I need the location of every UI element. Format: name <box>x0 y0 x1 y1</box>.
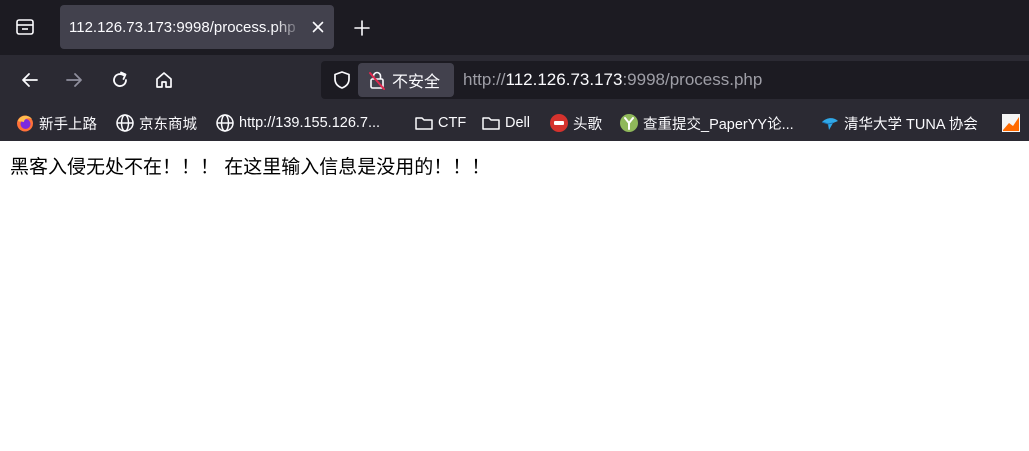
bookmark-folder-ctf[interactable]: CTF <box>414 112 466 134</box>
bookmark-label: 新手上路 <box>39 116 97 133</box>
tab-list-button[interactable] <box>8 10 42 44</box>
globe-icon <box>215 113 235 133</box>
paperyy-icon <box>619 113 639 133</box>
bookmark-touge[interactable]: 头歌 <box>549 112 602 134</box>
tab-list-icon <box>16 19 34 35</box>
bookmark-partial[interactable] <box>1001 112 1021 134</box>
bookmark-folder-dell[interactable]: Dell <box>481 112 530 134</box>
insecure-lock-icon <box>369 71 385 90</box>
bookmark-jd[interactable]: 京东商城 <box>115 112 197 134</box>
reload-button[interactable] <box>103 63 137 97</box>
bookmark-label: CTF <box>438 115 467 131</box>
touge-icon <box>549 113 569 133</box>
tab-strip: 112.126.73.173:9998/process.php <box>0 0 1029 55</box>
page-message: 黑客入侵无处不在！！！ 在这里输入信息是没用的！！！ <box>10 157 491 178</box>
url-path: :9998/process.php <box>622 70 763 89</box>
url-text[interactable]: http://112.126.73.173:9998/process.php <box>463 70 762 90</box>
chart-favicon-icon <box>1001 113 1021 133</box>
bookmark-label: 清华大学 TUNA 协会 <box>844 116 978 133</box>
bookmarks-toolbar: 新手上路 京东商城 http://139.155.126.7... CTF De… <box>0 105 1029 141</box>
new-tab-button[interactable] <box>346 12 378 44</box>
bookmark-label: http://139.155.126.7... <box>239 115 381 131</box>
insecure-label: 不安全 <box>392 74 441 91</box>
forward-arrow-icon <box>66 73 82 87</box>
bookmark-paperyy[interactable]: 查重提交_PaperYY论... <box>619 112 794 134</box>
tab-title: 112.126.73.173:9998/process.php <box>69 18 296 36</box>
back-button[interactable] <box>13 63 47 97</box>
home-button[interactable] <box>147 63 181 97</box>
reload-icon <box>113 71 127 87</box>
navigation-toolbar: 不安全 http://112.126.73.173:9998/process.p… <box>0 55 1029 105</box>
folder-icon <box>481 113 501 133</box>
address-bar[interactable]: 不安全 http://112.126.73.173:9998/process.p… <box>321 61 1029 99</box>
bookmark-label: 查重提交_PaperYY论... <box>643 116 794 133</box>
bookmark-getting-started[interactable]: 新手上路 <box>15 112 97 134</box>
tracking-protection-button[interactable] <box>329 67 355 93</box>
close-icon <box>312 21 324 33</box>
bookmark-label: Dell <box>505 115 530 131</box>
forward-button[interactable] <box>57 63 91 97</box>
bookmark-ip-link[interactable]: http://139.155.126.7... <box>215 112 380 134</box>
url-scheme: http:// <box>463 70 506 89</box>
home-icon <box>156 72 172 88</box>
folder-icon <box>414 113 434 133</box>
tab-close-button[interactable] <box>307 16 329 38</box>
firefox-icon <box>15 113 35 133</box>
site-security-indicator[interactable]: 不安全 <box>358 63 454 97</box>
active-tab[interactable]: 112.126.73.173:9998/process.php <box>60 5 334 49</box>
url-host: 112.126.73.173 <box>505 70 623 89</box>
back-arrow-icon <box>22 73 38 87</box>
plus-icon <box>354 20 370 36</box>
bookmark-label: 头歌 <box>573 116 602 133</box>
bookmark-label: 京东商城 <box>139 116 197 133</box>
globe-icon <box>115 113 135 133</box>
tuna-icon <box>820 113 840 133</box>
bookmark-tuna[interactable]: 清华大学 TUNA 协会 <box>820 112 978 134</box>
shield-icon <box>334 71 350 89</box>
